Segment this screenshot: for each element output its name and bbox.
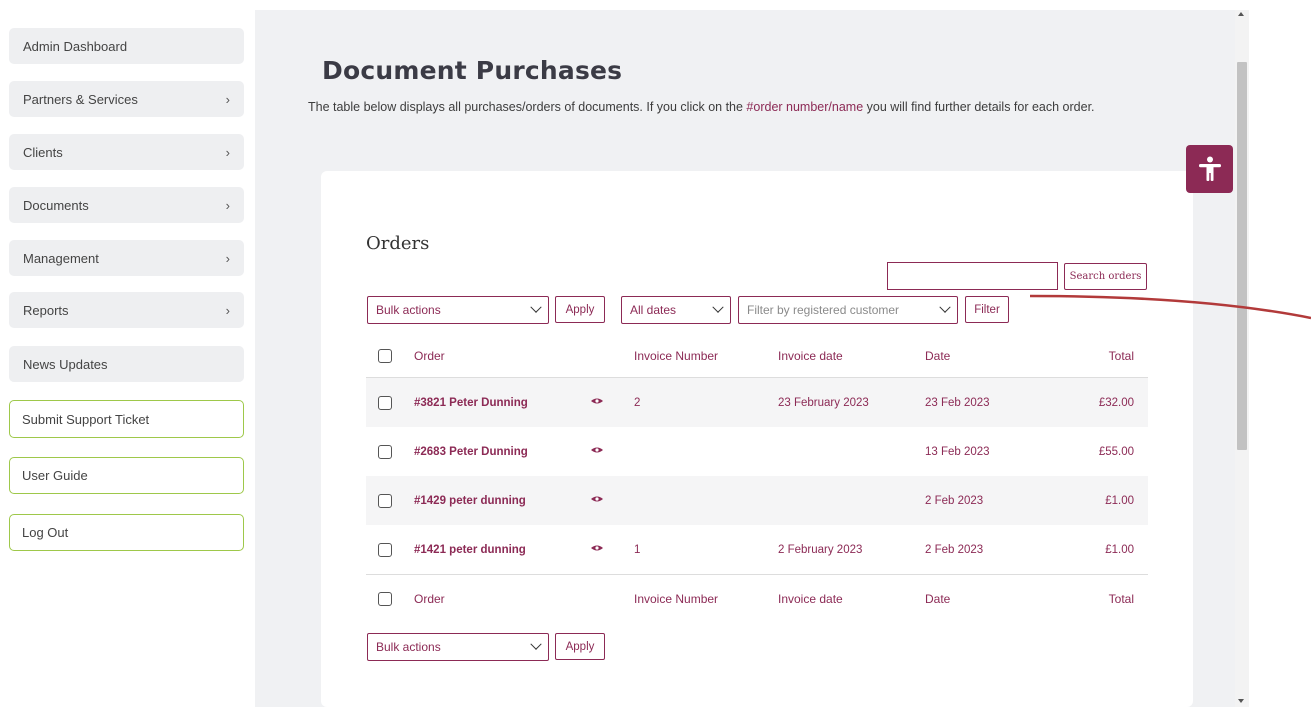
description-text-end: you will find further details for each o… xyxy=(863,100,1095,114)
apply-button-bottom[interactable]: Apply xyxy=(555,633,605,660)
sidebar-item-news-updates[interactable]: News Updates xyxy=(9,346,244,382)
filter-button[interactable]: Filter xyxy=(965,296,1009,323)
search-orders-input[interactable] xyxy=(887,262,1058,290)
column-footer-date[interactable]: Date xyxy=(925,592,950,606)
button-label: Submit Support Ticket xyxy=(22,411,150,427)
sidebar-item-label: Clients xyxy=(23,144,63,160)
button-label: User Guide xyxy=(22,468,88,483)
eye-icon[interactable] xyxy=(590,446,604,457)
select-all-checkbox[interactable] xyxy=(378,591,392,606)
column-header-total[interactable]: Total xyxy=(1109,349,1134,363)
order-total: £1.00 xyxy=(1105,543,1134,556)
search-orders-button[interactable]: Search orders xyxy=(1064,263,1147,290)
scrollbar-thumb[interactable] xyxy=(1237,62,1247,450)
column-header-invoice-date[interactable]: Invoice date xyxy=(778,349,843,363)
sidebar-item-admin-dashboard[interactable]: Admin Dashboard xyxy=(9,28,244,64)
select-all-checkbox[interactable] xyxy=(378,348,392,363)
row-checkbox[interactable] xyxy=(378,444,392,459)
row-checkbox[interactable] xyxy=(378,493,392,508)
button-label: Log Out xyxy=(22,525,69,540)
eye-icon[interactable] xyxy=(590,495,604,506)
order-date: 13 Feb 2023 xyxy=(925,445,990,458)
sidebar-item-label: Admin Dashboard xyxy=(23,38,128,54)
column-footer-invoice-number[interactable]: Invoice Number xyxy=(634,592,718,606)
user-guide-button[interactable]: User Guide xyxy=(9,457,244,494)
order-date: 2 Feb 2023 xyxy=(925,494,984,507)
column-footer-order[interactable]: Order xyxy=(414,592,445,606)
date-filter-value: All dates xyxy=(630,303,677,317)
scroll-up-arrow-icon[interactable] xyxy=(1238,12,1244,16)
customer-filter-placeholder: Filter by registered customer xyxy=(747,303,900,317)
description-text: The table below displays all purchases/o… xyxy=(308,100,747,114)
bulk-actions-value: Bulk actions xyxy=(376,303,441,317)
scroll-down-arrow-icon[interactable] xyxy=(1238,699,1244,703)
sidebar-item-label: Partners & Services xyxy=(23,91,138,107)
chevron-right-icon: › xyxy=(225,197,230,213)
order-total: £55.00 xyxy=(1098,445,1134,458)
order-link[interactable]: #1429 peter dunning xyxy=(414,495,526,507)
sidebar-item-management[interactable]: Management › xyxy=(9,240,244,276)
sidebar-item-label: Management xyxy=(23,250,99,266)
column-header-date[interactable]: Date xyxy=(925,349,950,363)
chevron-down-icon xyxy=(530,301,542,313)
accessibility-icon xyxy=(1198,156,1221,181)
apply-button[interactable]: Apply xyxy=(555,296,605,323)
column-footer-total[interactable]: Total xyxy=(1109,592,1134,606)
invoice-number: 1 xyxy=(634,543,641,556)
sidebar-item-label: News Updates xyxy=(23,356,108,372)
sidebar-item-label: Documents xyxy=(23,197,89,213)
row-checkbox[interactable] xyxy=(378,395,392,410)
invoice-date: 2 February 2023 xyxy=(778,543,863,556)
order-total: £1.00 xyxy=(1105,494,1134,507)
bulk-actions-value: Bulk actions xyxy=(376,640,441,654)
order-link[interactable]: #2683 Peter Dunning xyxy=(414,446,528,458)
description-highlight: #order number/name xyxy=(746,100,864,114)
sidebar-item-documents[interactable]: Documents › xyxy=(9,187,244,223)
chevron-right-icon: › xyxy=(225,144,230,160)
table-row: #2683 Peter Dunning 13 Feb 2023 £55.00 xyxy=(366,427,1148,476)
column-header-invoice-number[interactable]: Invoice Number xyxy=(634,349,718,363)
date-filter-select[interactable]: All dates xyxy=(621,296,731,324)
invoice-date: 23 February 2023 xyxy=(778,396,869,409)
table-row: #1421 peter dunning 1 2 February 2023 2 … xyxy=(366,525,1148,574)
sidebar-item-partners-services[interactable]: Partners & Services › xyxy=(9,81,244,117)
table-footer-row: Order Invoice Number Invoice date Date T… xyxy=(366,574,1148,622)
chevron-down-icon xyxy=(712,301,724,313)
submit-support-ticket-button[interactable]: Submit Support Ticket xyxy=(9,400,244,438)
chevron-down-icon xyxy=(939,301,951,313)
sidebar-item-reports[interactable]: Reports › xyxy=(9,292,244,328)
order-total: £32.00 xyxy=(1098,396,1134,409)
orders-heading: Orders xyxy=(366,233,430,254)
order-date: 23 Feb 2023 xyxy=(925,396,990,409)
row-checkbox[interactable] xyxy=(378,542,392,557)
eye-icon[interactable] xyxy=(590,397,604,408)
page-title: Document Purchases xyxy=(322,56,623,85)
accessibility-button[interactable] xyxy=(1186,145,1233,193)
page-description: The table below displays all purchases/o… xyxy=(308,96,1168,118)
order-link[interactable]: #1421 peter dunning xyxy=(414,544,526,556)
chevron-down-icon xyxy=(530,638,542,650)
table-row: #3821 Peter Dunning 2 23 February 2023 2… xyxy=(366,378,1148,427)
table-row: #1429 peter dunning 2 Feb 2023 £1.00 xyxy=(366,476,1148,525)
invoice-number: 2 xyxy=(634,396,641,409)
sidebar-item-clients[interactable]: Clients › xyxy=(9,134,244,170)
order-date: 2 Feb 2023 xyxy=(925,543,984,556)
bulk-actions-select[interactable]: Bulk actions xyxy=(367,296,549,324)
chevron-right-icon: › xyxy=(225,250,230,266)
log-out-button[interactable]: Log Out xyxy=(9,514,244,551)
orders-table: Order Invoice Number Invoice date Date T… xyxy=(366,334,1148,622)
chevron-right-icon: › xyxy=(225,302,230,318)
customer-filter-select[interactable]: Filter by registered customer xyxy=(738,296,958,324)
chevron-right-icon: › xyxy=(225,91,230,107)
sidebar: Admin Dashboard Partners & Services › Cl… xyxy=(0,0,255,707)
eye-icon[interactable] xyxy=(590,544,604,555)
column-footer-invoice-date[interactable]: Invoice date xyxy=(778,592,843,606)
order-link[interactable]: #3821 Peter Dunning xyxy=(414,397,528,409)
column-header-order[interactable]: Order xyxy=(414,349,445,363)
table-header-row: Order Invoice Number Invoice date Date T… xyxy=(366,334,1148,378)
sidebar-item-label: Reports xyxy=(23,302,69,318)
bulk-actions-select-bottom[interactable]: Bulk actions xyxy=(367,633,549,661)
